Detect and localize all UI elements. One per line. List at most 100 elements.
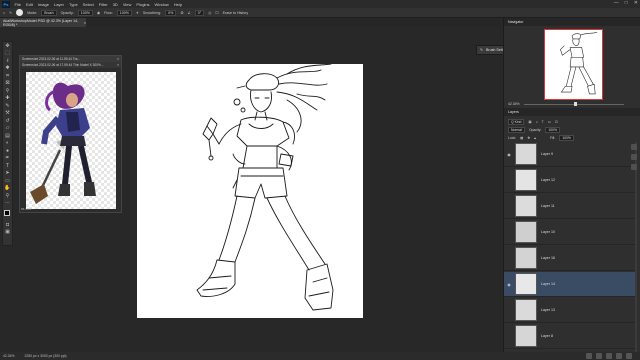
close-tab-icon[interactable]: ×	[84, 21, 86, 25]
layer-fill-input[interactable]: 100%	[559, 134, 574, 141]
minimize-icon[interactable]: —	[614, 0, 619, 6]
tray-app-icon[interactable]	[596, 353, 602, 359]
layer-name[interactable]: Layer 16	[541, 256, 555, 260]
navigator-zoom-slider-handle[interactable]	[574, 102, 577, 106]
mode-select[interactable]: Brush	[41, 9, 57, 16]
hand-tool-icon[interactable]: ✋	[3, 185, 12, 193]
menu-plugins[interactable]: Plugins	[134, 2, 152, 7]
tray-app-icon[interactable]	[606, 353, 612, 359]
shape-tool-icon[interactable]: ▭	[3, 177, 12, 185]
pressure-opacity-icon[interactable]: ◉	[97, 11, 100, 15]
filter-type-icon[interactable]: T	[542, 120, 544, 124]
layer-row[interactable]: Layer 8	[504, 324, 637, 349]
smoothing-settings-icon[interactable]: ⚙	[180, 11, 183, 15]
home-icon[interactable]: ⌂	[3, 11, 5, 15]
quick-select-tool-icon[interactable]: ✱	[3, 65, 12, 73]
layer-kind-filter[interactable]: Q Kind	[508, 118, 525, 125]
brush-tool-icon[interactable]: ✎	[3, 102, 12, 110]
layer-name[interactable]: Layer 13	[541, 308, 555, 312]
layer-name[interactable]: Layer 12	[541, 178, 555, 182]
erase-to-history-checkbox[interactable]: ☐	[215, 11, 218, 15]
visibility-eye-icon[interactable]: ◉	[504, 152, 514, 157]
menu-image[interactable]: Image	[35, 2, 51, 7]
navigator-panel-header[interactable]: Navigator	[504, 18, 640, 26]
layer-row[interactable]: Layer 13	[504, 298, 637, 323]
frame-tool-icon[interactable]: ⊠	[3, 80, 12, 88]
angle-input[interactable]: 0°	[194, 9, 205, 16]
tray-app-icon[interactable]	[616, 353, 622, 359]
marquee-tool-icon[interactable]: ⬚	[3, 50, 12, 58]
pressure-size-icon[interactable]: ◎	[208, 11, 211, 15]
status-zoom[interactable]: 42.34%	[3, 354, 15, 358]
blur-tool-icon[interactable]: ◐	[3, 140, 12, 148]
layer-row[interactable]: Layer 16	[504, 246, 637, 271]
reference-window-tab-2[interactable]: Screenshot 2023-02-06 at 17.59.44 Thin M…	[20, 62, 121, 68]
crop-tool-icon[interactable]: ⌗	[3, 72, 12, 80]
visibility-eye-icon[interactable]: ◉	[504, 282, 514, 287]
close-icon[interactable]: ✕	[634, 0, 638, 6]
filter-pixel-icon[interactable]: ▣	[528, 120, 531, 124]
layer-name[interactable]: Layer 14	[541, 282, 555, 286]
menu-layer[interactable]: Layer	[51, 2, 66, 7]
layers-panel-header[interactable]: Layers	[504, 108, 640, 116]
layer-opacity-input[interactable]: 100%	[545, 126, 561, 133]
layer-name[interactable]: Layer 10	[541, 230, 555, 234]
layer-name[interactable]: Layer 11	[541, 204, 555, 208]
layer-row[interactable]: ◉ Layer 9	[504, 142, 637, 167]
move-tool-icon[interactable]: ✥	[3, 42, 12, 50]
gradient-tool-icon[interactable]: ▤	[3, 132, 12, 140]
menu-select[interactable]: Select	[80, 2, 96, 7]
more-tools-icon[interactable]: ⋯	[3, 200, 12, 208]
dodge-tool-icon[interactable]: ●	[3, 147, 12, 155]
tray-app-icon[interactable]	[626, 353, 632, 359]
eraser-tool-icon[interactable]: ▱	[3, 125, 12, 133]
path-select-tool-icon[interactable]: ➤	[3, 170, 12, 178]
properties-panel-icon[interactable]	[631, 144, 637, 150]
brush-tool-icon[interactable]: ✎	[9, 11, 12, 15]
lock-position-icon[interactable]: ✥	[527, 136, 530, 140]
reference-window-close-icon-2[interactable]: ×	[117, 63, 119, 67]
reference-window-close-icon[interactable]: ×	[117, 57, 119, 61]
menu-window[interactable]: Window	[152, 2, 171, 7]
filter-smart-icon[interactable]: ⊡	[555, 120, 558, 124]
quick-mask-icon[interactable]: ◘	[3, 221, 12, 229]
navigator-thumbnail[interactable]	[544, 29, 603, 100]
document-canvas[interactable]	[137, 64, 363, 318]
filter-adjust-icon[interactable]: ◑	[536, 120, 538, 124]
menu-help[interactable]: Help	[171, 2, 184, 7]
photoshop-logo-icon[interactable]: Ps	[2, 0, 10, 8]
history-panel-icon[interactable]	[631, 164, 637, 170]
zoom-tool-icon[interactable]: ⚲	[3, 192, 12, 200]
menu-file[interactable]: File	[12, 2, 23, 7]
adjustments-panel-icon[interactable]	[631, 154, 637, 160]
reference-image-window[interactable]: Screenshot 2023-02-06 at 11.59.44 Tra...…	[19, 55, 122, 213]
smoothing-input[interactable]: 0%	[165, 9, 177, 16]
status-doc-size[interactable]: 2250 px x 3000 px (300 ppi)	[25, 354, 67, 358]
lock-all-icon[interactable]: 🔒︎	[534, 136, 536, 140]
menu-type[interactable]: Type	[67, 2, 81, 7]
layer-row[interactable]: Layer 12	[504, 168, 637, 193]
airbrush-icon[interactable]: ✈	[136, 11, 139, 15]
color-swatches-icon[interactable]	[3, 207, 12, 221]
lock-pixels-icon[interactable]: ▦	[520, 136, 523, 140]
layer-name[interactable]: Layer 9	[541, 152, 553, 156]
healing-tool-icon[interactable]: ✚	[3, 95, 12, 103]
screen-mode-icon[interactable]: ▣	[3, 229, 12, 237]
blend-mode-select[interactable]: Normal	[508, 126, 525, 133]
clone-stamp-tool-icon[interactable]: ⚒	[3, 110, 12, 118]
brush-preset-icon[interactable]	[16, 9, 24, 16]
history-brush-tool-icon[interactable]: ↺	[3, 117, 12, 125]
flow-input[interactable]: 100%	[116, 9, 132, 16]
lasso-tool-icon[interactable]: ℓ	[3, 57, 12, 65]
menu-filter[interactable]: Filter	[96, 2, 110, 7]
type-tool-icon[interactable]: T	[3, 162, 12, 170]
tray-app-icon[interactable]	[586, 353, 592, 359]
menu-view[interactable]: View	[120, 2, 134, 7]
layer-row-selected[interactable]: ◉ Layer 14	[504, 272, 637, 297]
layer-row[interactable]: Layer 11	[504, 194, 637, 219]
layer-name[interactable]: Layer 8	[541, 334, 553, 338]
pen-tool-icon[interactable]: ✒	[3, 155, 12, 163]
navigator-zoom-value[interactable]: 42.34%	[508, 102, 520, 106]
opacity-input[interactable]: 100%	[77, 9, 93, 16]
maximize-icon[interactable]: □	[625, 0, 628, 6]
